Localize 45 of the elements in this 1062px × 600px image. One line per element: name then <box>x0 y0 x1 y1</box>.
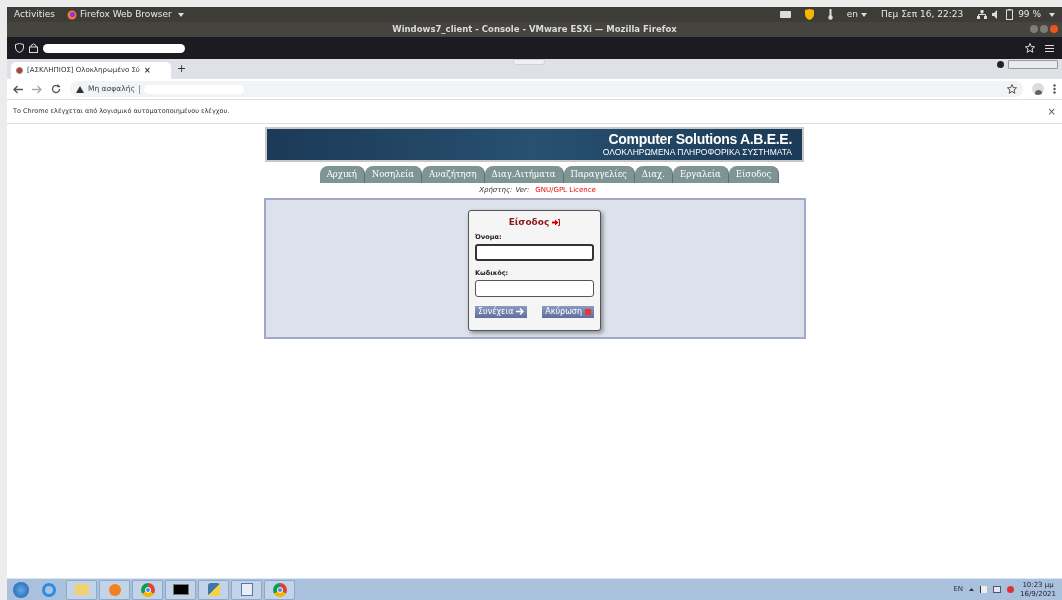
bookmark-star-icon[interactable] <box>1007 84 1017 94</box>
tab-close-button[interactable]: × <box>143 64 151 77</box>
caret-icon <box>860 12 867 17</box>
caret-icon <box>177 12 184 17</box>
back-button[interactable] <box>13 84 23 94</box>
firefox-icon <box>67 9 78 20</box>
volume-muted-icon[interactable] <box>1007 586 1015 593</box>
window-title: Windows7_client - Console - VMware ESXi — Mozilla Firefox <box>392 23 677 36</box>
reload-button[interactable] <box>51 84 61 94</box>
drag-handle[interactable] <box>513 59 545 65</box>
warning-icon <box>76 85 84 93</box>
caret-icon <box>1049 12 1055 17</box>
site-icon <box>16 67 23 74</box>
activities-button[interactable]: Activities <box>14 7 56 22</box>
lock-icon <box>29 43 38 53</box>
battery-percentage[interactable]: 99 % <box>1018 7 1041 22</box>
arrow-icon <box>516 308 525 315</box>
username-field[interactable] <box>475 243 594 261</box>
app-menu[interactable]: Firefox Web Browser <box>80 7 172 22</box>
close-button[interactable] <box>1050 25 1058 33</box>
login-title: Είσοδος <box>508 215 550 229</box>
more-icon[interactable] <box>1053 84 1056 94</box>
clock[interactable]: Πεμ Σεπ 16, 22:23 <box>880 7 964 22</box>
password-field[interactable] <box>475 279 594 297</box>
continue-button[interactable]: Συνέχεια <box>475 305 528 318</box>
document-icon[interactable] <box>231 579 262 600</box>
battery-icon[interactable] <box>1006 9 1014 20</box>
language-indicator[interactable]: en <box>846 7 858 22</box>
shield-icon <box>15 43 24 53</box>
profile-icon[interactable] <box>1032 83 1044 95</box>
login-icon <box>552 218 561 226</box>
screen-icon <box>779 11 791 18</box>
terminal-icon[interactable] <box>165 579 196 600</box>
banner-subtitle: ΟΛΟΚΛΗΡΩΜΕΝΑ ΠΛΗΡΟΦΟΡΙΚΑ ΣΥΣΤΗΜΑΤΑ <box>602 147 792 157</box>
chrome-icon[interactable] <box>264 579 295 600</box>
shield-icon[interactable] <box>804 9 814 20</box>
info-close-button[interactable]: × <box>1047 104 1056 119</box>
show-hidden-icons[interactable] <box>969 588 975 591</box>
menu-icon[interactable] <box>1045 44 1054 52</box>
banner-title: Computer Solutions A.B.E.E. <box>608 132 792 147</box>
stop-icon <box>585 308 591 315</box>
cancel-button[interactable]: Ακύρωση <box>542 305 594 318</box>
star-icon[interactable] <box>1025 43 1035 53</box>
thermometer-icon[interactable] <box>827 9 833 20</box>
new-tab-button[interactable]: + <box>177 60 187 77</box>
